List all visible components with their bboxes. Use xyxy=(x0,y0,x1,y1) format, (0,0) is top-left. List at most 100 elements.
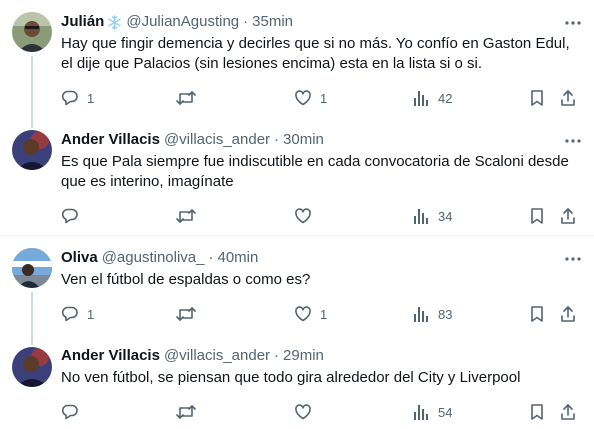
tweet-text: No ven fútbol, se piensan que todo gira … xyxy=(61,369,521,386)
thread-line xyxy=(31,292,33,334)
action-bar: 1 1 83 xyxy=(61,304,581,324)
snowflake-icon xyxy=(107,14,122,30)
tweet-header: Oliva @agustinoliva_ · 40min xyxy=(61,248,546,268)
like-button[interactable]: 1 xyxy=(294,304,327,324)
reply-icon xyxy=(61,90,78,106)
separator-dot: · xyxy=(274,131,280,148)
tweet-header: Ander Villacis @villacis_ander · 30min xyxy=(61,130,546,150)
handle[interactable]: @villacis_ander xyxy=(164,130,270,150)
tweet-header: Julián @JulianAgusting · 35min xyxy=(61,12,546,32)
action-bar: 1 1 42 xyxy=(61,88,581,108)
bookmark-button[interactable] xyxy=(529,402,545,422)
handle[interactable]: @villacis_ander xyxy=(164,346,270,366)
bookmark-icon xyxy=(531,404,543,420)
bookmark-button[interactable] xyxy=(529,206,545,226)
retweet-button[interactable] xyxy=(176,206,204,226)
tweet-3[interactable]: Oliva @agustinoliva_ · 40min Ven el fútb… xyxy=(0,236,594,334)
retweet-button[interactable] xyxy=(176,304,204,324)
share-button[interactable] xyxy=(559,88,577,108)
heart-icon xyxy=(295,306,311,322)
more-options-icon[interactable] xyxy=(564,132,582,150)
views-chart-icon xyxy=(414,209,428,224)
like-button[interactable]: 1 xyxy=(294,88,327,108)
like-button[interactable] xyxy=(294,402,320,422)
tweet-1[interactable]: Julián @JulianAgusting · 35min Hay que f… xyxy=(0,0,594,116)
action-bar: 34 xyxy=(61,206,581,226)
retweet-icon xyxy=(176,405,196,419)
retweet-icon xyxy=(176,307,196,321)
retweet-icon xyxy=(176,91,196,105)
display-name[interactable]: Oliva xyxy=(61,248,98,268)
share-button[interactable] xyxy=(559,402,577,422)
views-chart-icon xyxy=(414,307,428,322)
views-count: 34 xyxy=(438,208,453,224)
separator-dot: · xyxy=(208,249,214,266)
reply-icon xyxy=(61,404,78,420)
display-name[interactable]: Ander Villacis xyxy=(61,346,160,366)
views-chart-icon xyxy=(414,91,428,106)
bookmark-icon xyxy=(531,208,543,224)
bookmark-button[interactable] xyxy=(529,88,545,108)
views-button[interactable]: 54 xyxy=(412,402,452,422)
action-bar: 54 xyxy=(61,402,581,422)
reply-button[interactable]: 1 xyxy=(61,88,94,108)
like-count: 1 xyxy=(320,306,328,322)
views-button[interactable]: 42 xyxy=(412,88,452,108)
reply-icon xyxy=(61,306,78,322)
thread-line xyxy=(31,116,33,128)
timestamp[interactable]: 40min xyxy=(217,248,258,268)
bookmark-icon xyxy=(531,306,543,322)
heart-icon xyxy=(295,404,311,420)
views-button[interactable]: 34 xyxy=(412,206,452,226)
share-icon xyxy=(561,208,575,224)
timestamp[interactable]: 35min xyxy=(252,12,293,32)
share-icon xyxy=(561,90,575,106)
tweet-4[interactable]: Ander Villacis @villacis_ander · 29min N… xyxy=(0,334,594,429)
thread-line xyxy=(31,56,33,116)
reply-count: 1 xyxy=(87,306,95,322)
share-icon xyxy=(561,404,575,420)
heart-icon xyxy=(295,208,311,224)
heart-icon xyxy=(295,90,311,106)
avatar[interactable] xyxy=(12,248,52,288)
tweet-text: Es que Pala siempre fue indiscutible en … xyxy=(61,153,569,190)
retweet-icon xyxy=(176,209,196,223)
avatar[interactable] xyxy=(12,347,52,387)
retweet-button[interactable] xyxy=(176,88,204,108)
like-button[interactable] xyxy=(294,206,320,226)
reply-button[interactable] xyxy=(61,402,87,422)
views-count: 42 xyxy=(438,90,453,106)
timestamp[interactable]: 30min xyxy=(283,130,324,150)
reply-icon xyxy=(61,208,78,224)
avatar[interactable] xyxy=(12,12,52,52)
like-count: 1 xyxy=(320,90,328,106)
share-button[interactable] xyxy=(559,304,577,324)
share-icon xyxy=(561,306,575,322)
tweet-text: Ven el fútbol de espaldas o como es? xyxy=(61,271,311,288)
share-button[interactable] xyxy=(559,206,577,226)
tweet-header: Ander Villacis @villacis_ander · 29min xyxy=(61,346,546,366)
more-options-icon[interactable] xyxy=(564,14,582,32)
timestamp[interactable]: 29min xyxy=(283,346,324,366)
separator-dot: · xyxy=(243,13,249,30)
bookmark-icon xyxy=(531,90,543,106)
views-count: 83 xyxy=(438,306,453,322)
avatar[interactable] xyxy=(12,130,52,170)
bookmark-button[interactable] xyxy=(529,304,545,324)
views-count: 54 xyxy=(438,404,453,420)
thread-line xyxy=(31,334,33,345)
separator-dot: · xyxy=(274,347,280,364)
views-chart-icon xyxy=(414,405,428,420)
tweet-2[interactable]: Ander Villacis @villacis_ander · 30min E… xyxy=(0,116,594,235)
retweet-button[interactable] xyxy=(176,402,204,422)
reply-button[interactable] xyxy=(61,206,87,226)
display-name[interactable]: Ander Villacis xyxy=(61,130,160,150)
more-options-icon[interactable] xyxy=(564,250,582,268)
tweet-text: Hay que fingir demencia y decirles que s… xyxy=(61,35,570,72)
handle[interactable]: @agustinoliva_ xyxy=(102,248,205,268)
reply-button[interactable]: 1 xyxy=(61,304,94,324)
reply-count: 1 xyxy=(87,90,95,106)
views-button[interactable]: 83 xyxy=(412,304,452,324)
handle[interactable]: @JulianAgusting xyxy=(126,12,239,32)
display-name[interactable]: Julián xyxy=(61,12,104,32)
